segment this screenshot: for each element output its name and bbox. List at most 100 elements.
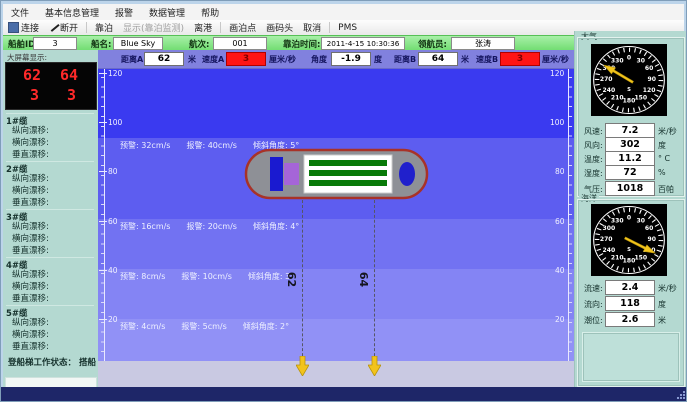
resize-grip[interactable] xyxy=(676,390,686,400)
svg-text:S: S xyxy=(627,87,631,93)
current-compass-dial: 0 30 60 90 120 150 180 210 240 270 300 3… xyxy=(591,204,667,276)
cancel-button[interactable]: 取消 xyxy=(298,21,326,34)
wind-dir-unit: 度 xyxy=(658,140,666,151)
menu-item-file[interactable]: 文件 xyxy=(3,6,37,19)
longitudinal-drift-label: 纵向漂移: xyxy=(12,316,49,328)
menu-item-help[interactable]: 帮助 xyxy=(193,6,227,19)
berth-time-field[interactable]: 2011-4-15 10:30:36 xyxy=(321,37,405,50)
led-speed-b: 3 xyxy=(67,86,76,104)
draw-wharf-button[interactable]: 画码头 xyxy=(261,21,298,34)
current-dir-label: 流向: xyxy=(584,299,603,310)
svg-text:S: S xyxy=(627,247,631,253)
angle-value: -1.9 xyxy=(331,52,371,66)
berth-time-label: 靠泊时间: xyxy=(283,38,320,50)
lateral-drift-label: 横向漂移: xyxy=(12,328,49,340)
lateral-drift-label: 横向漂移: xyxy=(12,184,49,196)
distance-b-value: 64 xyxy=(418,52,458,66)
toolbar-separator xyxy=(86,22,87,33)
svg-text:210: 210 xyxy=(611,96,624,102)
threshold-row: 预警: 4cm/s报警: 5cm/s倾斜角度: 2° xyxy=(120,321,305,332)
wind-gauge: 0 30 60 90 120 150 180 210 240 270 300 3… xyxy=(591,44,667,116)
pressure-unit: 百帕 xyxy=(658,184,674,195)
gangway-status-value: 搭船 xyxy=(79,358,96,368)
axis-tick xyxy=(99,73,107,74)
svg-text:60: 60 xyxy=(645,226,653,232)
svg-text:210: 210 xyxy=(611,256,624,262)
axis-label: 40 xyxy=(108,266,118,275)
quay-strip xyxy=(98,361,574,387)
humidity-unit: % xyxy=(658,168,666,177)
distance-a-value: 62 xyxy=(144,52,184,66)
speed-a-label: 速度A xyxy=(202,54,224,65)
speed-b-unit: 厘米/秒 xyxy=(542,54,569,65)
gangway-status: 登船梯工作状态： 搭船 xyxy=(8,356,96,368)
left-axis-minor-ticks xyxy=(101,67,104,361)
wind-compass-dial: 0 30 60 90 120 150 180 210 240 270 300 3… xyxy=(591,44,667,116)
environment-panel: 大气 0 30 60 90 120 150 180 210 240 270 30… xyxy=(574,31,687,387)
quay-arrow-icon xyxy=(296,356,309,376)
vertical-drift-label: 垂直漂移: xyxy=(12,292,49,304)
ship-cargo-stripe xyxy=(309,160,387,166)
disconnect-button[interactable]: 断开 xyxy=(44,21,83,34)
menu-item-data-mgmt[interactable]: 数据管理 xyxy=(141,6,193,19)
toolbar-separator xyxy=(329,22,330,33)
voyage-label: 航次: xyxy=(189,38,209,50)
longitudinal-drift-label: 纵向漂移: xyxy=(12,220,49,232)
ship-id-field[interactable]: 3 xyxy=(33,37,77,50)
threshold-row: 预警: 16cm/s报警: 20cm/s倾斜角度: 4° xyxy=(120,221,315,232)
ship-name-label: 船名: xyxy=(91,38,111,50)
disconnect-icon xyxy=(49,23,58,32)
axis-tick xyxy=(99,319,107,320)
humidity-value: 72 xyxy=(605,165,655,180)
depart-button[interactable]: 离港 xyxy=(189,21,217,34)
connect-button[interactable]: 连接 xyxy=(3,21,44,34)
axis-label: 20 xyxy=(555,315,565,324)
vertical-drift-label: 垂直漂移: xyxy=(12,244,49,256)
menu-item-basic-info[interactable]: 基本信息管理 xyxy=(37,6,107,19)
berth-button[interactable]: 靠泊 xyxy=(90,21,118,34)
svg-text:60: 60 xyxy=(645,66,653,72)
led-display-board: 62 64 3 3 xyxy=(5,62,97,110)
pilot-label: 领航员: xyxy=(418,38,447,50)
vertical-drift-label: 垂直漂移: xyxy=(12,340,49,352)
ship-superstructure-blue xyxy=(270,157,283,191)
pms-button[interactable]: PMS xyxy=(333,23,362,33)
left-axis xyxy=(104,67,105,361)
speed-a-value: 3 xyxy=(226,52,266,66)
toolbar-separator xyxy=(220,22,221,33)
tide-level-value: 2.6 xyxy=(605,312,655,327)
axis-tick xyxy=(99,122,107,123)
wind-speed-label: 风速: xyxy=(584,126,603,137)
display-monitor-button[interactable]: 显示(靠泊监测) xyxy=(118,21,189,34)
temperature-value: 11.2 xyxy=(605,151,655,166)
voyage-field[interactable]: 001 xyxy=(213,37,267,50)
angle-unit: 度 xyxy=(374,54,382,65)
distance-line-b xyxy=(374,200,375,361)
axis-label: 20 xyxy=(108,315,118,324)
speed-a-unit: 厘米/秒 xyxy=(269,54,296,65)
menu-item-alarm[interactable]: 报警 xyxy=(107,6,141,19)
ship-name-field[interactable]: Blue Sky xyxy=(113,37,163,50)
ship-cargo-stripe xyxy=(309,180,387,186)
pressure-value: 1018 xyxy=(605,181,655,196)
svg-text:90: 90 xyxy=(648,237,656,243)
draw-berth-point-button[interactable]: 画泊点 xyxy=(224,21,261,34)
wind-speed-value: 7.2 xyxy=(605,123,655,138)
axis-label: 100 xyxy=(108,118,122,127)
temperature-unit: ° C xyxy=(658,154,670,163)
pilot-field[interactable]: 张涛 xyxy=(451,37,515,50)
tide-level-label: 潮位: xyxy=(584,315,603,326)
distance-b-label: 距离B xyxy=(394,54,416,65)
distance-line-a xyxy=(302,200,303,361)
led-distance-a: 62 xyxy=(23,66,41,84)
svg-text:150: 150 xyxy=(634,256,647,262)
angle-label: 角度 xyxy=(311,54,327,65)
current-speed-value: 2.4 xyxy=(605,280,655,295)
depth-band xyxy=(98,67,574,138)
axis-label: 80 xyxy=(108,167,118,176)
svg-text:240: 240 xyxy=(603,248,616,254)
axis-label: 60 xyxy=(108,217,118,226)
vertical-drift-label: 垂直漂移: xyxy=(12,196,49,208)
longitudinal-drift-label: 纵向漂移: xyxy=(12,268,49,280)
lateral-drift-label: 横向漂移: xyxy=(12,136,49,148)
